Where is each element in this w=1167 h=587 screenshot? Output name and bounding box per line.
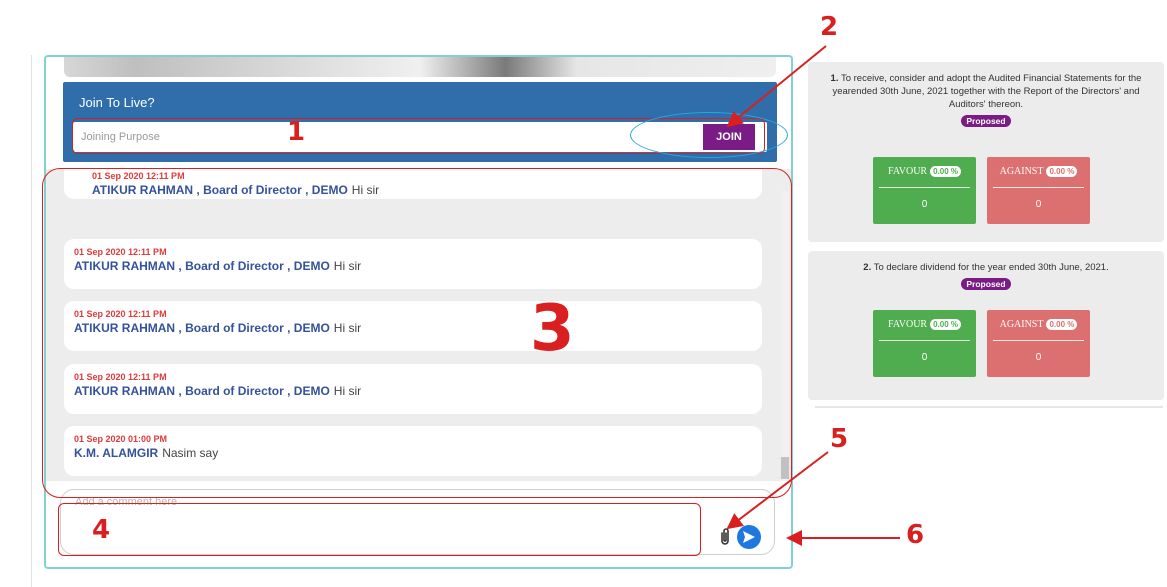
favour-percent: 0.00 % bbox=[930, 166, 961, 178]
agenda-item-card: 2. To declare dividend for the year ende… bbox=[808, 251, 1164, 400]
divider bbox=[815, 406, 1163, 408]
status-badge: Proposed bbox=[961, 278, 1011, 290]
send-button[interactable] bbox=[737, 525, 761, 549]
favour-percent: 0.00 % bbox=[930, 319, 961, 331]
agenda-item-card: 1. To receive, consider and adopt the Au… bbox=[808, 62, 1164, 242]
against-label: AGAINST bbox=[999, 166, 1044, 178]
against-label: AGAINST bbox=[999, 319, 1044, 331]
left-rail bbox=[0, 55, 32, 587]
paperclip-icon[interactable] bbox=[718, 527, 732, 547]
agenda-item-description: To declare dividend for the year ended 3… bbox=[873, 262, 1109, 273]
divider bbox=[993, 187, 1084, 188]
agenda-item-number: 1. bbox=[830, 73, 839, 84]
against-count: 0 bbox=[1035, 199, 1042, 210]
annotation-label-2: 2 bbox=[820, 12, 839, 42]
favour-vote-button[interactable]: FAVOUR 0.00 % 0 bbox=[873, 310, 976, 377]
annotation-label-6: 6 bbox=[906, 520, 925, 550]
annotation-box-3 bbox=[42, 168, 792, 498]
annotation-label-3: 3 bbox=[530, 292, 575, 366]
divider bbox=[993, 340, 1084, 341]
against-vote-button[interactable]: AGAINST 0.00 % 0 bbox=[987, 157, 1090, 224]
agenda-item-number: 2. bbox=[863, 262, 872, 273]
divider bbox=[879, 187, 970, 188]
send-icon bbox=[743, 531, 755, 543]
agenda-item-text: 1. To receive, consider and adopt the Au… bbox=[808, 62, 1164, 111]
against-vote-button[interactable]: AGAINST 0.00 % 0 bbox=[987, 310, 1090, 377]
annotation-label-5: 5 bbox=[830, 424, 849, 454]
annotation-box-4 bbox=[58, 503, 701, 556]
annotation-label-1: 1 bbox=[287, 117, 306, 147]
against-count: 0 bbox=[1035, 352, 1042, 363]
divider bbox=[879, 340, 970, 341]
against-percent: 0.00 % bbox=[1046, 319, 1078, 331]
agenda-item-text: 2. To declare dividend for the year ende… bbox=[808, 251, 1164, 274]
video-preview bbox=[64, 57, 776, 77]
favour-label: FAVOUR bbox=[888, 166, 928, 178]
annotation-ellipse bbox=[630, 112, 788, 158]
favour-count: 0 bbox=[921, 352, 928, 363]
favour-vote-button[interactable]: FAVOUR 0.00 % 0 bbox=[873, 157, 976, 224]
join-title: Join To Live? bbox=[79, 95, 155, 110]
favour-count: 0 bbox=[921, 199, 928, 210]
favour-label: FAVOUR bbox=[888, 319, 928, 331]
status-badge: Proposed bbox=[961, 115, 1011, 127]
annotation-label-4: 4 bbox=[92, 515, 111, 545]
agenda-item-description: To receive, consider and adopt the Audit… bbox=[832, 73, 1142, 110]
against-percent: 0.00 % bbox=[1046, 166, 1078, 178]
